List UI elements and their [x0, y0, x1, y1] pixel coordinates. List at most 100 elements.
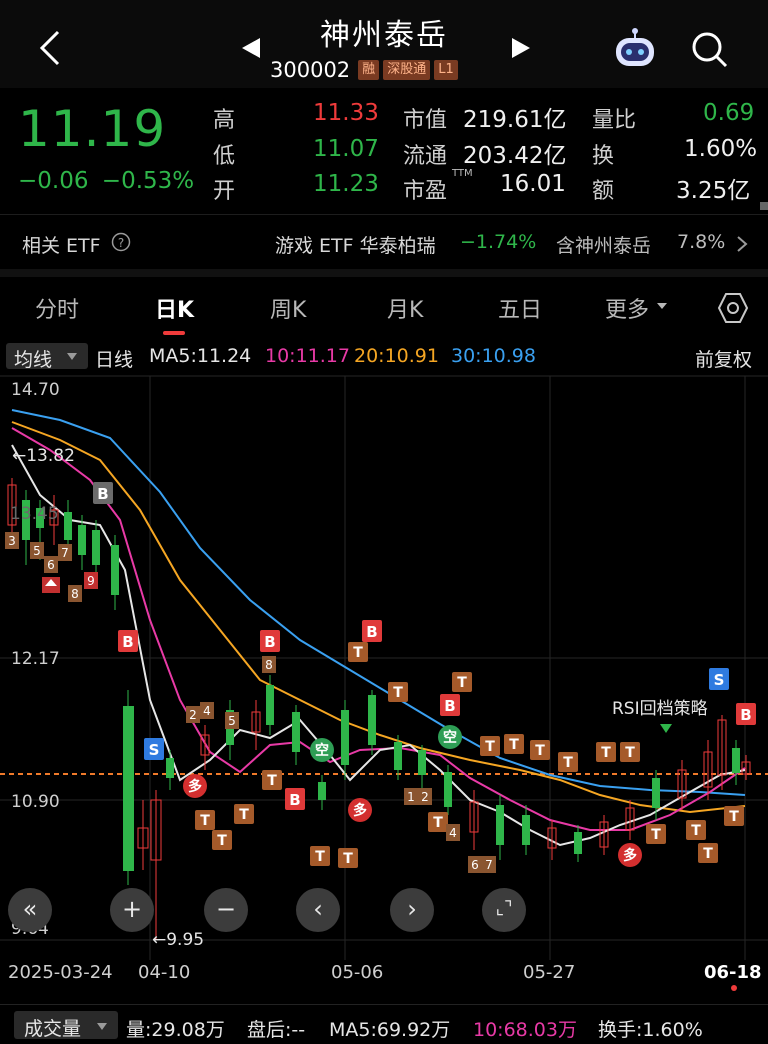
candle	[741, 755, 751, 780]
scroll-right-button[interactable]: ›	[390, 888, 434, 932]
robot-icon[interactable]	[610, 26, 660, 70]
tab-daily-k[interactable]: 日K	[155, 292, 194, 324]
svg-text:T: T	[651, 827, 661, 843]
open-label: 开	[213, 179, 236, 204]
svg-text:T: T	[200, 813, 210, 829]
sequence-badge: 6	[468, 856, 482, 873]
candle	[318, 775, 326, 810]
fullscreen-button[interactable]: ⌞⌝	[482, 888, 526, 932]
chevron-right-icon	[737, 236, 748, 252]
sequence-badge: 8	[68, 585, 82, 602]
svg-text:T: T	[315, 849, 325, 865]
caret-right-icon[interactable]	[510, 37, 532, 59]
candle	[166, 750, 174, 790]
volume-ma10: 10:68.03万	[473, 1019, 577, 1041]
vol-ratio-label: 量比	[592, 108, 637, 133]
svg-text:T: T	[485, 739, 495, 755]
svg-text:9: 9	[87, 574, 95, 588]
x-label-2: 04-10	[138, 962, 191, 983]
pe-ttm-sup: TTM	[452, 168, 473, 179]
candle	[599, 815, 609, 855]
svg-text:6: 6	[47, 558, 55, 572]
tab-intraday[interactable]: 分时	[35, 292, 79, 324]
adjust-mode[interactable]: 前复权	[695, 345, 752, 372]
price-change: −0.06 −0.53%	[18, 168, 194, 194]
candle	[522, 805, 530, 855]
signal-t: T	[234, 804, 254, 824]
caret-down-icon	[97, 1023, 107, 1030]
svg-text:T: T	[217, 833, 227, 849]
candle	[22, 490, 30, 565]
caret-down-icon	[657, 303, 667, 309]
tag-connect: 深股通	[383, 60, 431, 80]
svg-text:3: 3	[8, 534, 16, 548]
vol-ratio-value: 0.69	[703, 100, 755, 126]
tab-more[interactable]: 更多	[605, 292, 649, 324]
tab-monthly-k[interactable]: 月K	[387, 292, 423, 324]
collapse-left-button[interactable]: «	[8, 888, 52, 932]
ma-selector[interactable]: 均线	[6, 343, 88, 371]
svg-text:T: T	[393, 685, 403, 701]
signal-b: B	[285, 788, 305, 810]
signal-s: S	[709, 668, 729, 690]
partial-price-label: 13.45	[10, 504, 59, 524]
signal-s: S	[144, 738, 164, 760]
open-value: 11.23	[313, 171, 379, 197]
signal-b: B	[93, 482, 113, 504]
svg-text:T: T	[457, 675, 467, 691]
signal-b: B	[118, 630, 138, 652]
tab-weekly-k[interactable]: 周K	[270, 292, 306, 324]
svg-text:空: 空	[443, 729, 457, 746]
strategy-label: RSI回档策略	[612, 699, 708, 719]
x-label-1: 2025-03-24	[8, 962, 113, 983]
stock-code-row: 300002 融 深股通 L1	[270, 58, 458, 82]
volume-selector[interactable]: 成交量	[14, 1011, 118, 1040]
x-label-4: 05-27	[523, 962, 576, 983]
signal-t: T	[452, 672, 472, 692]
volume-turnover: 换手:1.60%	[598, 1019, 703, 1041]
sequence-badge: 8	[262, 656, 276, 673]
svg-text:T: T	[509, 737, 519, 753]
zoom-out-button[interactable]: −	[204, 888, 248, 932]
period-label: 日线	[95, 349, 134, 371]
signal-t: T	[504, 734, 524, 754]
signal-t: T	[596, 742, 616, 762]
ma30-line	[11, 409, 746, 796]
svg-text:T: T	[433, 815, 443, 831]
sequence-badge: 7	[58, 544, 72, 561]
search-icon[interactable]	[690, 30, 730, 70]
turnover-label: 换	[592, 144, 615, 169]
current-price: 11.19	[18, 100, 167, 158]
question-circle-icon[interactable]: ?	[111, 232, 131, 252]
today-dot	[731, 985, 737, 991]
svg-text:T: T	[703, 846, 713, 862]
candle	[226, 700, 234, 760]
svg-text:1: 1	[407, 790, 415, 804]
sequence-badge: 3	[5, 532, 19, 549]
svg-text:7: 7	[485, 858, 493, 872]
after-hours-value: 盘后:--	[247, 1019, 306, 1041]
tab-five-day[interactable]: 五日	[498, 292, 542, 324]
svg-text:B: B	[444, 697, 455, 715]
mktcap-label: 市值	[403, 108, 448, 133]
sequence-badge: 5	[225, 712, 239, 729]
amount-value: 3.25亿	[676, 178, 751, 204]
signal-t: T	[338, 848, 358, 868]
candle	[123, 690, 134, 885]
svg-text:T: T	[729, 809, 739, 825]
related-etf-row[interactable]: 相关 ETF ? 游戏 ETF 华泰柏瑞 −1.74% 含神州泰岳 7.8%	[0, 214, 768, 277]
scroll-left-button[interactable]: ‹	[296, 888, 340, 932]
svg-text:B: B	[97, 485, 108, 503]
y-label-2: 12.17	[11, 649, 60, 669]
svg-text:7: 7	[61, 546, 69, 560]
svg-text:?: ?	[118, 236, 124, 250]
svg-text:4: 4	[449, 826, 457, 840]
signal-t: T	[310, 846, 330, 866]
svg-text:6: 6	[471, 858, 479, 872]
signal-kong: 空	[438, 725, 462, 749]
settings-hexagon-icon[interactable]	[716, 291, 750, 325]
zoom-in-button[interactable]: +	[110, 888, 154, 932]
candle	[111, 535, 119, 610]
sequence-badge: 7	[482, 856, 496, 873]
low-label: 低	[213, 144, 236, 169]
